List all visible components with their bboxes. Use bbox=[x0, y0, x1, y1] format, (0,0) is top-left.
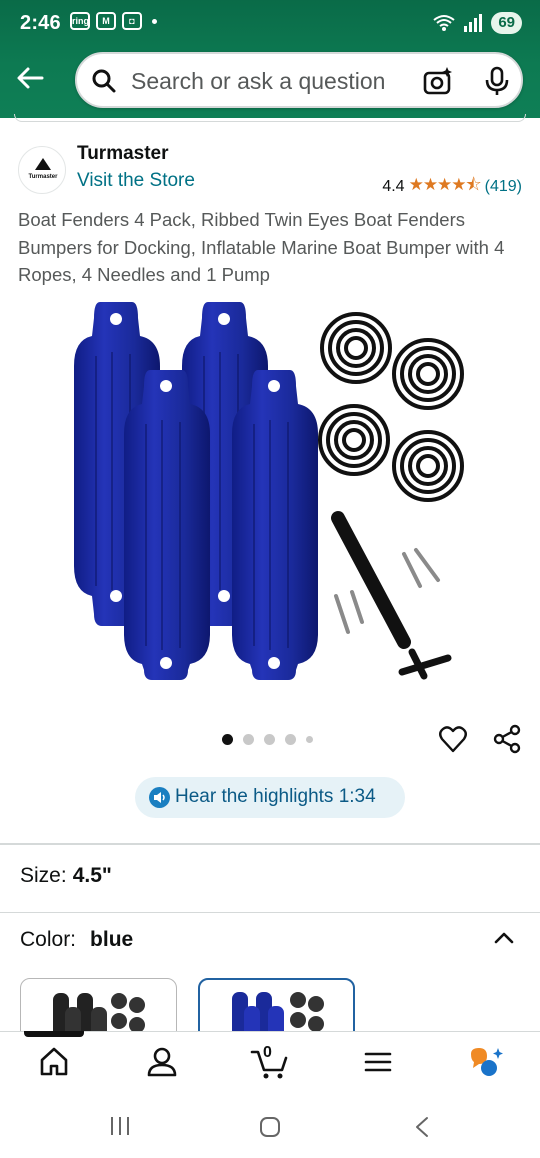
visit-store-link[interactable]: Visit the Store bbox=[77, 170, 195, 192]
menu-icon[interactable] bbox=[361, 1044, 395, 1080]
home-icon[interactable] bbox=[37, 1044, 71, 1080]
product-image[interactable] bbox=[60, 296, 480, 706]
color-selector[interactable]: Color: blue bbox=[20, 928, 133, 952]
carousel-dot[interactable] bbox=[285, 734, 296, 745]
system-back-icon[interactable] bbox=[412, 1115, 432, 1139]
account-icon[interactable] bbox=[145, 1044, 179, 1080]
search-bar[interactable]: Search or ask a question bbox=[75, 52, 523, 108]
mountain-logo-icon bbox=[35, 158, 51, 170]
rufus-ai-icon[interactable] bbox=[467, 1044, 505, 1080]
system-navigation-bar bbox=[0, 1095, 540, 1158]
color-label: Color: bbox=[20, 928, 77, 951]
fender-front-right bbox=[232, 370, 318, 680]
rating-value: 4.4 bbox=[382, 177, 405, 195]
speaker-icon bbox=[149, 787, 170, 808]
camera-search-icon[interactable] bbox=[423, 66, 453, 96]
color-swatch-blue[interactable] bbox=[198, 978, 355, 1038]
header-divider bbox=[14, 114, 526, 122]
carousel-dot[interactable] bbox=[243, 734, 254, 745]
size-label: Size: bbox=[20, 864, 67, 887]
section-divider bbox=[0, 912, 540, 913]
signal-icon bbox=[464, 14, 483, 32]
scan-icon: ◘ bbox=[122, 12, 142, 30]
chevron-up-icon[interactable] bbox=[492, 926, 516, 950]
brand-logo-text: Turmaster bbox=[28, 174, 58, 180]
back-arrow-icon[interactable] bbox=[14, 62, 46, 94]
product-title: Boat Fenders 4 Pack, Ribbed Twin Eyes Bo… bbox=[18, 209, 505, 285]
section-divider bbox=[0, 843, 540, 845]
search-placeholder[interactable]: Search or ask a question bbox=[131, 68, 385, 95]
search-icon bbox=[92, 69, 116, 93]
status-time: 2:46 bbox=[20, 12, 61, 34]
active-tab-indicator bbox=[24, 1031, 84, 1037]
carousel-dot-active[interactable] bbox=[222, 734, 233, 745]
heart-icon[interactable] bbox=[438, 724, 468, 754]
fender-front-left bbox=[124, 370, 210, 680]
hear-highlights-button[interactable]: Hear the highlights 1:34 bbox=[135, 777, 405, 818]
rope-coils bbox=[318, 312, 464, 502]
star-rating-icon: ★★★★⯪ bbox=[408, 175, 482, 194]
app-header: 2:46 ring M ◘ 69 Search or ask a questio… bbox=[0, 0, 540, 118]
image-carousel-dots[interactable] bbox=[222, 734, 313, 745]
status-bar: 2:46 ring M ◘ 69 bbox=[0, 0, 540, 46]
size-selector[interactable]: Size: 4.5" bbox=[20, 864, 112, 888]
size-value: 4.5" bbox=[72, 864, 112, 887]
black-fender-thumbnail bbox=[53, 993, 145, 1037]
battery-indicator: 69 bbox=[491, 12, 522, 34]
recent-apps-icon[interactable] bbox=[108, 1115, 132, 1137]
ring-icon: ring bbox=[70, 12, 90, 30]
more-notifications-icon bbox=[152, 18, 157, 24]
rating-summary[interactable]: 4.4 ★★★★⯪ (419) bbox=[382, 172, 522, 201]
wifi-icon bbox=[433, 15, 455, 31]
home-button-icon[interactable] bbox=[258, 1115, 282, 1139]
carousel-dot[interactable] bbox=[264, 734, 275, 745]
color-swatch-black[interactable] bbox=[20, 978, 177, 1038]
blue-fender-thumbnail bbox=[232, 992, 324, 1036]
notification-icons: ring M ◘ bbox=[70, 12, 157, 30]
rating-count[interactable]: (419) bbox=[485, 178, 522, 196]
brand-logo[interactable]: Turmaster bbox=[18, 146, 66, 194]
brand-name: Turmaster bbox=[77, 143, 169, 164]
microphone-icon[interactable] bbox=[483, 66, 511, 96]
cart-count: 0 bbox=[263, 1044, 272, 1061]
share-icon[interactable] bbox=[492, 724, 522, 754]
hear-highlights-label: Hear the highlights 1:34 bbox=[175, 786, 376, 807]
carousel-dot[interactable] bbox=[306, 736, 313, 743]
color-value: blue bbox=[90, 928, 134, 951]
status-right: 69 bbox=[433, 12, 522, 34]
gmail-icon: M bbox=[96, 12, 116, 30]
